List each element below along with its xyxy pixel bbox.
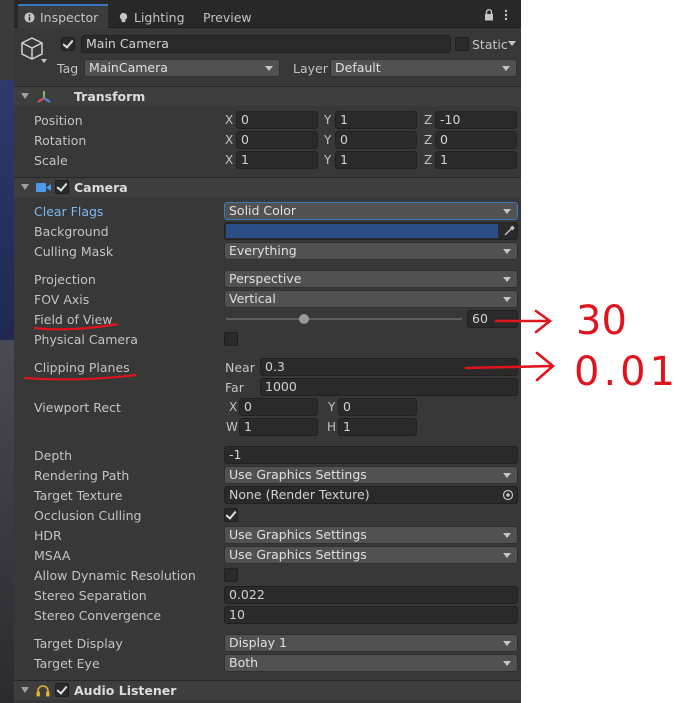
fov-arrow-annotation	[494, 309, 553, 334]
clip-arrow-annotation	[464, 351, 556, 382]
annotation-overlay: 30 0.01	[23, 298, 679, 395]
fov-underline-annotation	[33, 322, 119, 331]
clipping-underline-annotation	[23, 373, 137, 381]
fov-note-annotation: 30	[576, 298, 627, 344]
clip-note-annotation: 0.01	[574, 349, 679, 395]
